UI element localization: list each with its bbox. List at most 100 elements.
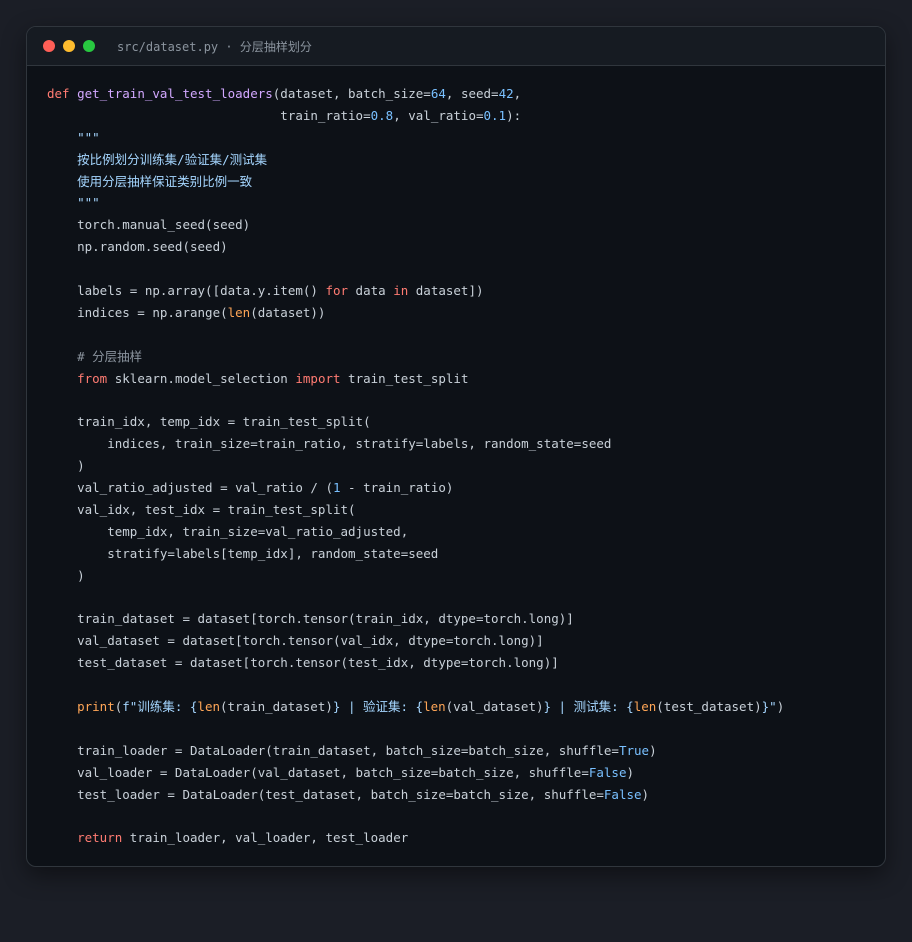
code-token: len xyxy=(197,698,220,714)
code-token: 64 xyxy=(430,86,446,101)
code-line: return train_loader, val_loader, test_lo… xyxy=(47,827,784,849)
code-line: test_dataset = dataset[torch.tensor(test… xyxy=(47,652,784,674)
code-line: indices = np.arange(len(dataset)) xyxy=(47,302,784,324)
code-line: ) xyxy=(47,455,784,477)
code-token: from xyxy=(77,370,108,386)
maximize-dot[interactable] xyxy=(83,40,95,52)
code-token: len xyxy=(227,304,251,320)
code-token: train_idx, temp_idx = train_test_split( xyxy=(47,414,371,430)
code-token: sklearn.model_selection xyxy=(107,370,296,386)
code-token: val_idx, test_idx = train_test_split( xyxy=(47,501,356,517)
code-token: ) xyxy=(776,698,785,714)
close-dot[interactable] xyxy=(43,40,55,52)
code-token: val_loader = DataLoader(val_dataset, bat… xyxy=(47,764,589,780)
code-line: ) xyxy=(47,565,784,587)
code-line: torch.manual_seed(seed) xyxy=(47,214,784,236)
code-token: def xyxy=(47,86,70,101)
code-token: dataset]) xyxy=(408,283,484,299)
code-token: (val_dataset) xyxy=(445,698,544,714)
code-token: indices, train_size=train_ratio, stratif… xyxy=(47,436,612,452)
code-token: } | 测试集: { xyxy=(543,698,634,714)
window-titlebar: src/dataset.py · 分层抽样划分 xyxy=(27,27,885,66)
code-token: import xyxy=(295,370,341,386)
code-line: indices, train_size=train_ratio, stratif… xyxy=(47,433,784,455)
code-line: np.random.seed(seed) xyxy=(47,236,784,258)
code-line: temp_idx, train_size=val_ratio_adjusted, xyxy=(47,521,784,543)
code-line: stratify=labels[temp_idx], random_state=… xyxy=(47,543,784,565)
code-line: val_dataset = dataset[torch.tensor(val_i… xyxy=(47,630,784,652)
code-token: indices = np.arange( xyxy=(47,304,228,320)
code-token: train_dataset = dataset[torch.tensor(tra… xyxy=(47,611,574,627)
code-token: - train_ratio) xyxy=(340,480,454,496)
code-token: ) xyxy=(649,742,657,758)
code-token: # 分层抽样 xyxy=(47,348,143,364)
code-token: test_dataset = dataset[torch.tensor(test… xyxy=(47,655,559,671)
code-token: train_test_split xyxy=(340,370,469,386)
code-token: data xyxy=(348,283,394,299)
code-token: ) xyxy=(47,567,85,583)
code-token: False xyxy=(588,764,627,780)
code-token: , seed= xyxy=(445,86,499,101)
code-token: get_train_val_test_loaders xyxy=(77,86,273,101)
window-title: src/dataset.py · 分层抽样划分 xyxy=(117,39,312,54)
code-line: train_idx, temp_idx = train_test_split( xyxy=(47,411,784,433)
code-line: # 分层抽样 xyxy=(47,346,784,368)
code-token: len xyxy=(633,698,657,714)
code-line: val_ratio_adjusted = val_ratio / (1 - tr… xyxy=(47,477,784,499)
code-line: """ xyxy=(47,127,784,149)
code-token: stratify=labels[temp_idx], random_state=… xyxy=(47,545,439,561)
code-line: test_loader = DataLoader(test_dataset, b… xyxy=(47,784,784,806)
code-token: f"训练集: { xyxy=(122,698,198,714)
code-token: val_dataset = dataset[torch.tensor(val_i… xyxy=(47,633,544,649)
minimize-dot[interactable] xyxy=(63,40,75,52)
code-token: 使用分层抽样保证类别比例一致 xyxy=(47,173,253,189)
code-token: train_loader, val_loader, test_loader xyxy=(122,830,409,846)
code-line: val_idx, test_idx = train_test_split( xyxy=(47,499,784,521)
code-token: for xyxy=(325,283,349,299)
code-token: }" xyxy=(761,698,777,714)
code-token: } | 验证集: { xyxy=(332,698,424,714)
code-block: def get_train_val_test_loaders(dataset, … xyxy=(47,83,784,849)
code-line: train_loader = DataLoader(train_dataset,… xyxy=(47,740,784,762)
code-line: def get_train_val_test_loaders(dataset, … xyxy=(47,83,784,105)
code-token: temp_idx, train_size=val_ratio_adjusted, xyxy=(47,523,409,539)
code-token: train_loader = DataLoader(train_dataset,… xyxy=(47,742,619,758)
code-token: in xyxy=(393,283,409,299)
code-token: np.random.seed(seed) xyxy=(47,239,228,255)
code-line: print(f"训练集: {len(train_dataset)} | 验证集:… xyxy=(47,696,784,718)
code-line: val_loader = DataLoader(val_dataset, bat… xyxy=(47,762,784,784)
code-line: 使用分层抽样保证类别比例一致 xyxy=(47,171,784,193)
code-token: return xyxy=(77,830,123,846)
code-token: , val_ratio= xyxy=(393,107,484,123)
code-token: 42 xyxy=(498,86,514,101)
code-token: True xyxy=(618,742,650,758)
code-token: torch.manual_seed(seed) xyxy=(47,217,251,233)
code-token: test_loader = DataLoader(test_dataset, b… xyxy=(47,786,604,802)
code-token: print xyxy=(77,698,115,714)
code-token: 1 xyxy=(332,480,341,496)
code-token: """ xyxy=(47,195,100,211)
code-line: train_dataset = dataset[torch.tensor(tra… xyxy=(47,608,784,630)
code-token: (train_dataset) xyxy=(220,698,333,714)
code-token: """ xyxy=(47,129,100,145)
code-line: train_ratio=0.8, val_ratio=0.1): xyxy=(47,105,784,127)
code-token: (dataset)) xyxy=(250,304,326,320)
code-token: ) xyxy=(626,764,635,780)
code-token: train_ratio= xyxy=(47,107,371,123)
code-token: 0.1 xyxy=(483,107,507,123)
code-token: (test_dataset) xyxy=(656,698,762,714)
code-token: 按比例划分训练集/验证集/测试集 xyxy=(47,151,268,167)
code-token: len xyxy=(423,698,446,714)
code-token: labels = np.array([data.y.item() xyxy=(47,283,326,299)
code-line: labels = np.array([data.y.item() for dat… xyxy=(47,280,784,302)
